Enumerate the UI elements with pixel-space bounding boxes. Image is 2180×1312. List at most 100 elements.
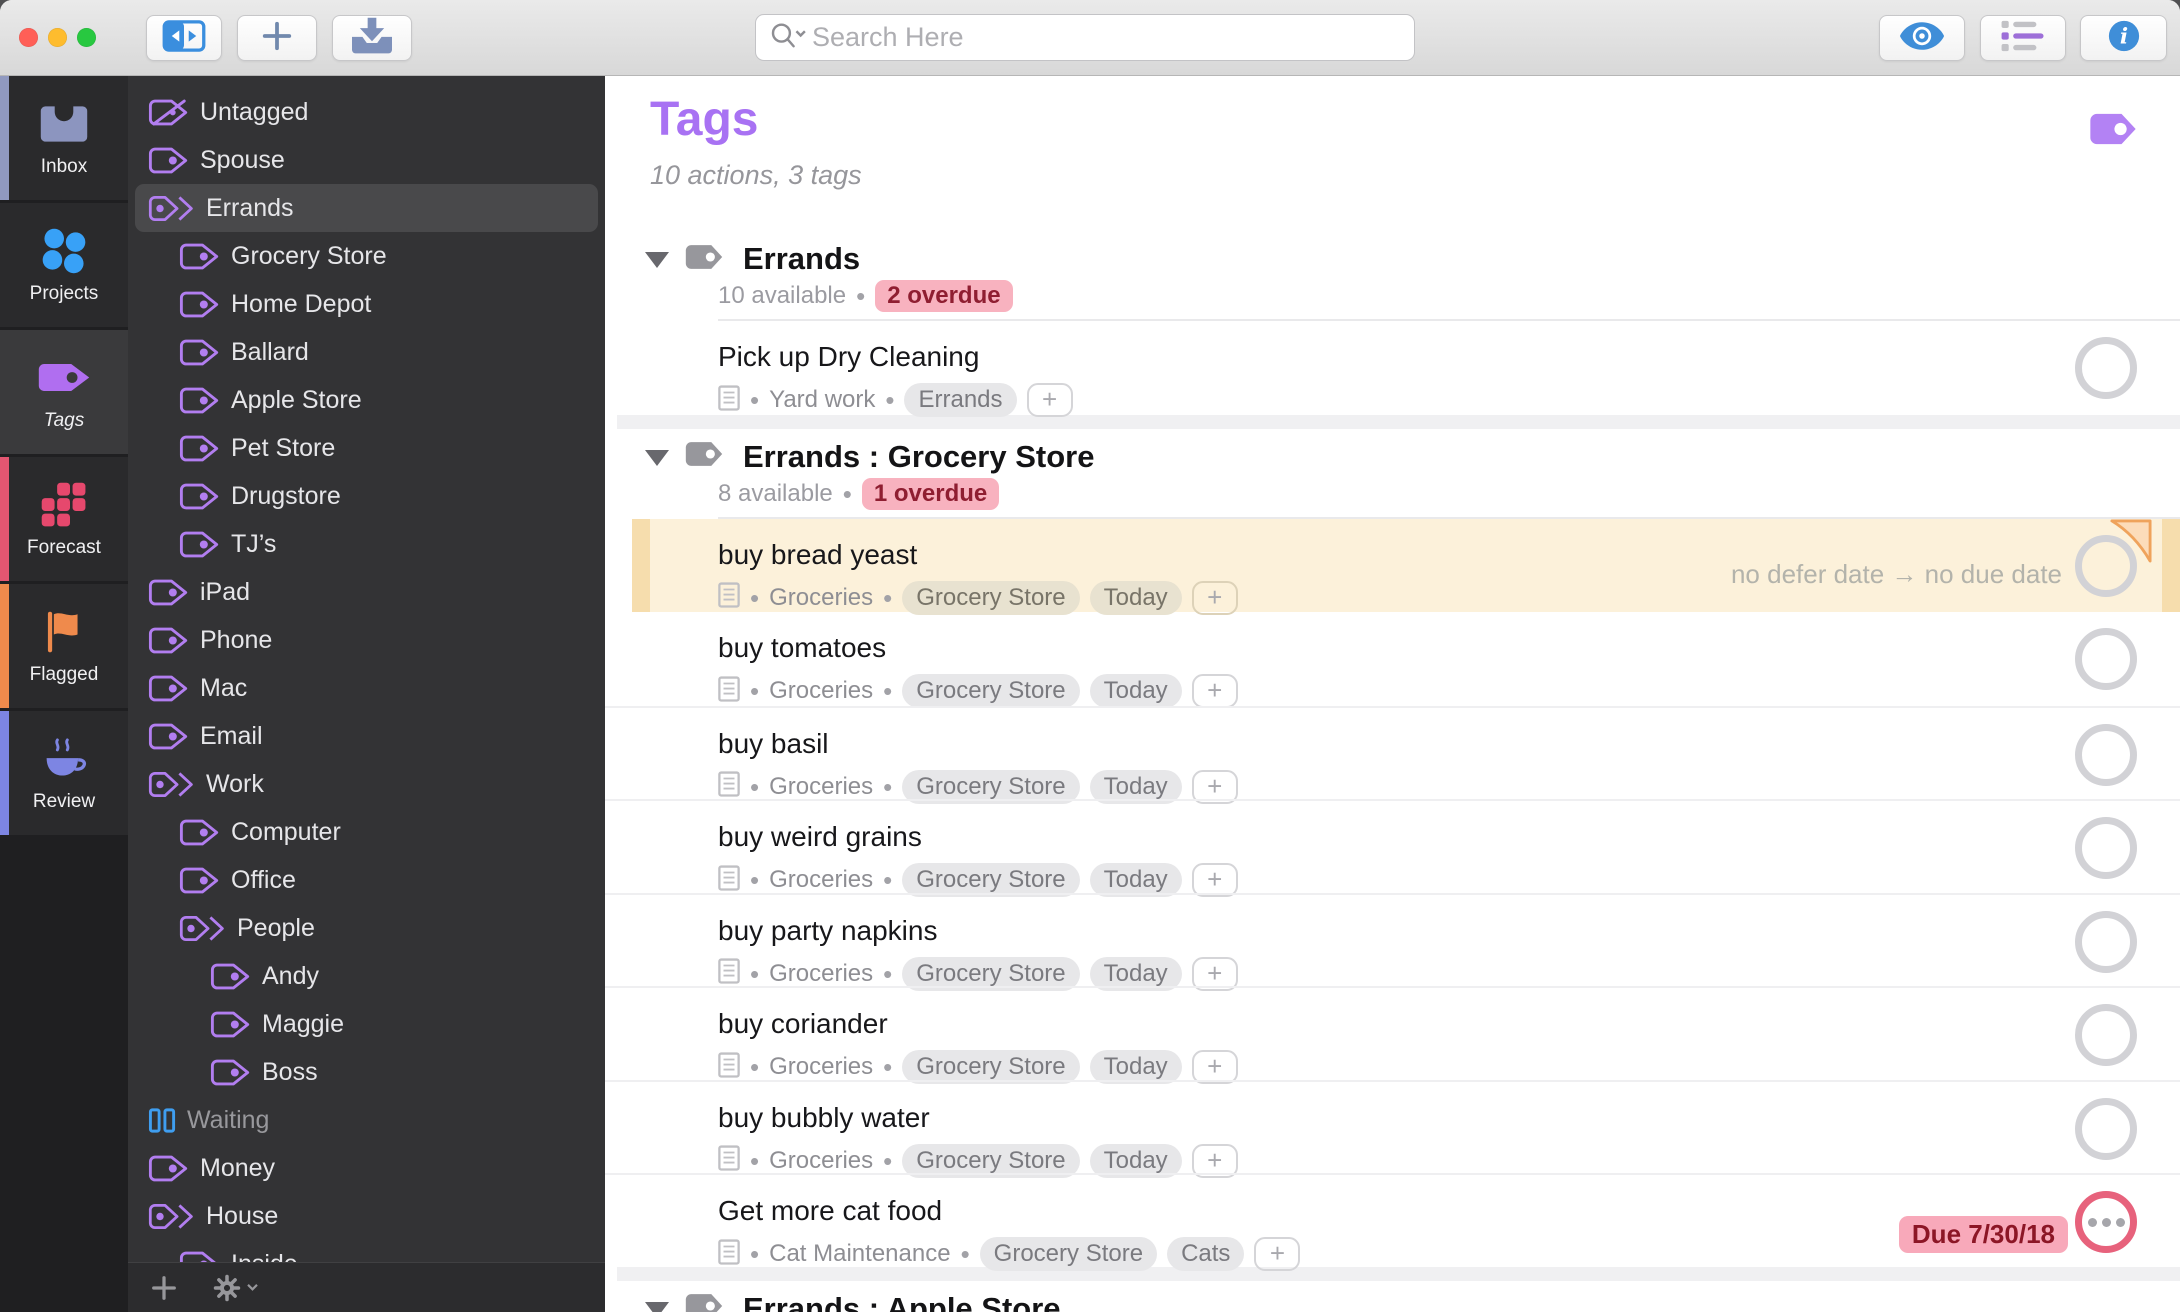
- minimize-window-button[interactable]: [48, 28, 67, 47]
- page-title: Tags: [650, 93, 759, 146]
- task-row[interactable]: buy party napkins • Groceries • Grocery …: [605, 892, 2180, 991]
- sidebar-tag-row[interactable]: People: [135, 904, 598, 952]
- complete-checkbox[interactable]: [2075, 817, 2137, 879]
- tag-pill[interactable]: Grocery Store: [902, 674, 1080, 708]
- sidebar-tag-row[interactable]: Andy: [135, 952, 598, 1000]
- untagged-icon: [148, 98, 190, 127]
- tag-pill[interactable]: Cats: [1167, 1237, 1245, 1271]
- note-icon: [718, 958, 740, 989]
- sidebar-tag-row[interactable]: Pet Store: [135, 424, 598, 472]
- sidebar-tag-row[interactable]: Apple Store: [135, 376, 598, 424]
- note-icon: [718, 384, 740, 416]
- new-action-button[interactable]: [237, 15, 317, 61]
- task-row[interactable]: Pick up Dry Cleaning • Yard work • Erran…: [605, 321, 2180, 417]
- panel-toggle-icon: [162, 19, 206, 57]
- complete-checkbox[interactable]: [2075, 628, 2137, 690]
- disclosure-triangle-icon[interactable]: [645, 252, 669, 268]
- sidebar-tag-row[interactable]: Money: [135, 1144, 598, 1192]
- add-tag-pill-button[interactable]: +: [1254, 1237, 1301, 1271]
- tag-pill[interactable]: Today: [1089, 674, 1182, 708]
- sidebar-tag-row[interactable]: Email: [135, 712, 598, 760]
- disclosure-triangle-icon[interactable]: [645, 1301, 669, 1312]
- task-row[interactable]: buy basil • Groceries • Grocery Store Tod…: [605, 705, 2180, 804]
- task-title: buy weird grains: [718, 821, 922, 852]
- rail-item-forecast[interactable]: Forecast: [0, 457, 128, 581]
- overdue-badge: 1 overdue: [861, 477, 1000, 510]
- complete-checkbox[interactable]: [2075, 910, 2137, 973]
- rail-item-flagged[interactable]: Flagged: [0, 584, 128, 708]
- tag-icon: [179, 434, 221, 463]
- tag-pill[interactable]: Grocery Store: [979, 1237, 1158, 1271]
- sidebar-tag-row[interactable]: Grocery Store: [135, 232, 598, 280]
- tag-section: Errands : Apple Store: [605, 1289, 2180, 1312]
- add-tag-pill-button[interactable]: +: [1026, 383, 1073, 417]
- section-title: Errands : Grocery Store: [743, 438, 1095, 474]
- rail-status-stripe: [0, 711, 9, 835]
- zoom-window-button[interactable]: [77, 28, 96, 47]
- tag-icon: [148, 146, 190, 175]
- sidebar-tag-row[interactable]: Untagged: [135, 88, 598, 136]
- rail-item-review[interactable]: Review: [0, 711, 128, 835]
- section-header: Errands: [605, 239, 2180, 279]
- project-name: Groceries: [769, 866, 874, 893]
- task-row[interactable]: buy weird grains • Groceries • Grocery S…: [605, 799, 2180, 897]
- task-title: buy bubbly water: [718, 1101, 930, 1133]
- task-row[interactable]: buy coriander • Groceries • Grocery Stor…: [605, 986, 2180, 1084]
- sidebar-tag-row[interactable]: Home Depot: [135, 280, 598, 328]
- omnifocus-window: i Inbox Projects Tags Forecast Flagged R…: [0, 0, 2180, 1312]
- sidebar-tag-row[interactable]: Office: [135, 856, 598, 904]
- sidebar-tag-row[interactable]: Mac: [135, 664, 598, 712]
- rail-item-tags[interactable]: Tags: [0, 330, 128, 454]
- task-row[interactable]: buy bubbly water • Groceries • Grocery S…: [605, 1079, 2180, 1178]
- task-row[interactable]: Get more cat food • Cat Maintenance • Gr…: [605, 1173, 2180, 1271]
- view-options-button[interactable]: [1980, 15, 2066, 61]
- add-tag-button[interactable]: [150, 1274, 178, 1302]
- task-row[interactable]: buy bread yeast • Groceries • Grocery St…: [632, 518, 2180, 615]
- summary-text: 10 actions, 3 tags: [650, 160, 862, 190]
- close-window-button[interactable]: [19, 28, 38, 47]
- sidebar-tag-row[interactable]: Work: [135, 760, 598, 808]
- sidebar-tag-row[interactable]: House: [135, 1192, 598, 1240]
- sidebar-tag-row[interactable]: TJ’s: [135, 520, 598, 568]
- rail-item-inbox[interactable]: Inbox: [0, 76, 128, 200]
- tag-pill[interactable]: Today: [1089, 580, 1182, 615]
- toggle-sidebar-button[interactable]: [146, 15, 222, 61]
- rail-item-projects[interactable]: Projects: [0, 203, 128, 327]
- complete-checkbox[interactable]: [2075, 723, 2137, 786]
- sidebar-tag-row[interactable]: Maggie: [135, 1000, 598, 1048]
- tag-pill[interactable]: Errands: [904, 383, 1017, 417]
- sidebar-tag-row[interactable]: Drugstore: [135, 472, 598, 520]
- clean-up-button[interactable]: [332, 15, 412, 61]
- settings-gear-button[interactable]: [212, 1273, 259, 1303]
- add-tag-pill-button[interactable]: +: [1191, 674, 1238, 708]
- search-input[interactable]: [812, 22, 1402, 53]
- tag-group-icon: [148, 1202, 196, 1231]
- complete-checkbox[interactable]: [2075, 1097, 2137, 1160]
- add-tag-pill-button[interactable]: +: [1191, 580, 1238, 615]
- search-field[interactable]: [755, 14, 1415, 61]
- sidebar-tag-row[interactable]: Boss: [135, 1048, 598, 1096]
- sidebar-tag-row[interactable]: Waiting: [135, 1096, 598, 1144]
- disclosure-triangle-icon[interactable]: [645, 449, 669, 466]
- task-title: Pick up Dry Cleaning: [718, 341, 980, 372]
- note-icon: [718, 771, 740, 802]
- tag-icon: [210, 1058, 252, 1087]
- sidebar-tag-row[interactable]: Errands: [135, 184, 598, 232]
- view-eye-button[interactable]: [1879, 15, 1965, 61]
- complete-checkbox[interactable]: [2075, 1004, 2137, 1066]
- complete-checkbox[interactable]: [2075, 337, 2137, 399]
- task-row[interactable]: buy tomatoes • Groceries • Grocery Store…: [605, 612, 2180, 708]
- task-meta: • Yard work • Errands +: [718, 383, 2180, 417]
- section-header: Errands : Grocery Store: [605, 437, 2180, 477]
- section-tag-icon: [684, 440, 724, 473]
- section-header: Errands : Apple Store: [605, 1289, 2180, 1312]
- sidebar-tag-row[interactable]: Phone: [135, 616, 598, 664]
- complete-checkbox[interactable]: [2075, 1191, 2137, 1253]
- sidebar-tag-row[interactable]: Ballard: [135, 328, 598, 376]
- tag-pill[interactable]: Grocery Store: [902, 580, 1080, 615]
- sidebar-tag-row[interactable]: Computer: [135, 808, 598, 856]
- sidebar-tag-row[interactable]: iPad: [135, 568, 598, 616]
- inspector-button[interactable]: i: [2080, 15, 2167, 61]
- sidebar-tag-row[interactable]: Spouse: [135, 136, 598, 184]
- note-icon: [718, 1051, 740, 1083]
